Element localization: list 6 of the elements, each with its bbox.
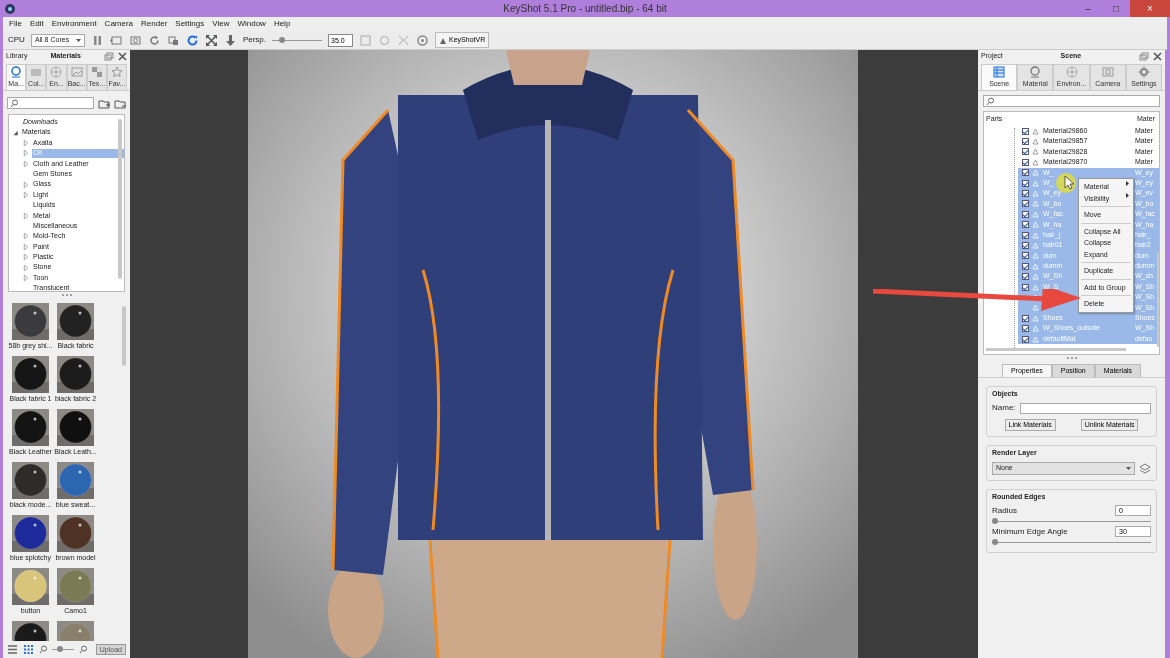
cpu-label: CPU <box>8 35 25 45</box>
field-label: Radius <box>992 505 1017 516</box>
field-label: Minimum Edge Angle <box>992 526 1068 537</box>
name-label: Name: <box>992 403 1016 414</box>
window-title: KeyShot 5.1 Pro - untitled.bip - 64 bit <box>503 2 667 15</box>
projection-label: Persp. <box>242 35 266 45</box>
